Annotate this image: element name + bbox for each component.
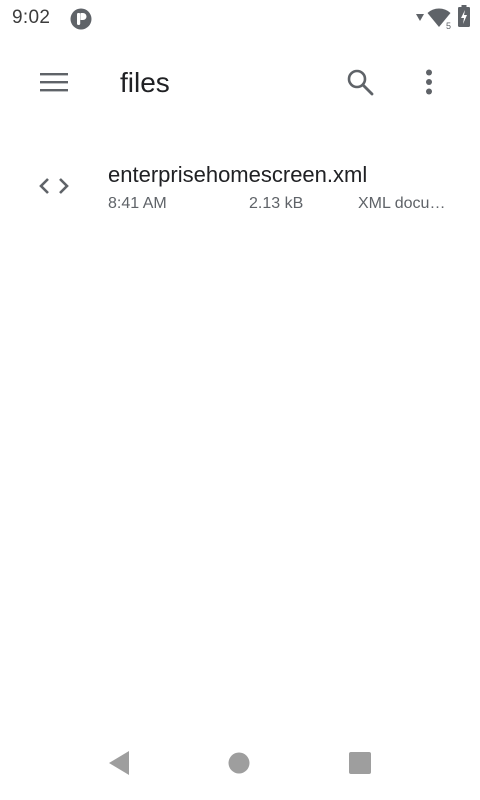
more-options-button[interactable] — [405, 60, 453, 108]
hamburger-menu-icon — [40, 72, 68, 97]
home-circle-icon — [228, 752, 250, 779]
home-button[interactable] — [222, 748, 256, 782]
recents-button[interactable] — [343, 748, 377, 782]
signal-icon — [416, 9, 424, 27]
notification-app-icon — [70, 8, 92, 30]
file-name: enterprisehomescreen.xml — [108, 162, 368, 187]
file-size: 2.13 kB — [249, 195, 304, 212]
recents-square-icon — [349, 751, 371, 779]
status-time: 9:02 — [12, 7, 51, 28]
wifi-icon: 5 — [427, 8, 452, 31]
app-bar: files — [0, 38, 480, 130]
file-list: enterprisehomescreen.xml 8:41 AM 2.13 kB… — [0, 148, 480, 224]
page-title: files — [120, 67, 170, 98]
file-date: 8:41 AM — [108, 195, 167, 212]
back-button[interactable] — [102, 748, 136, 782]
code-icon — [36, 170, 72, 202]
status-bar: 9:02 5 — [0, 0, 480, 38]
search-button[interactable] — [336, 60, 384, 108]
status-icons: 5 — [416, 4, 470, 32]
search-icon — [346, 68, 374, 101]
back-triangle-icon — [107, 750, 131, 781]
list-item[interactable]: enterprisehomescreen.xml 8:41 AM 2.13 kB… — [0, 148, 480, 224]
menu-button[interactable] — [30, 60, 78, 108]
more-vert-icon — [425, 69, 433, 100]
navigation-bar — [0, 732, 480, 800]
wifi-badge: 5 — [444, 21, 452, 31]
battery-charging-icon — [458, 4, 470, 32]
file-type: XML docu… — [358, 195, 446, 212]
